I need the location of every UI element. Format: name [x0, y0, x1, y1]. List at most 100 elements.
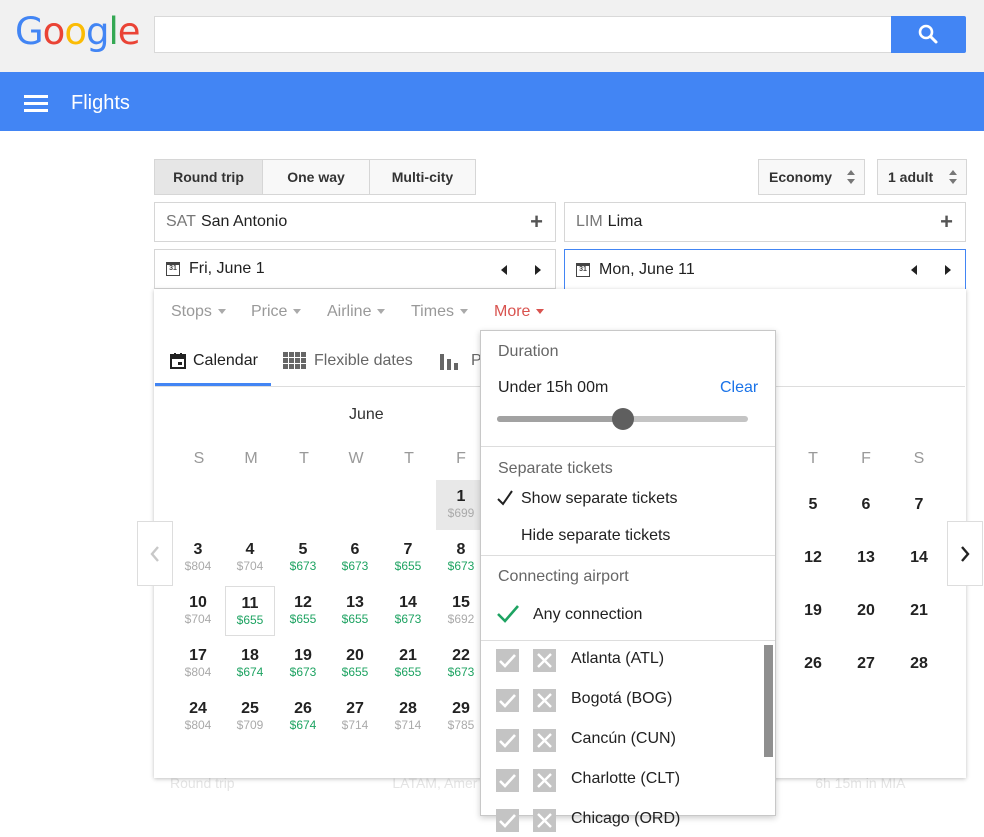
cabin-class-select[interactable]: Economy [758, 159, 865, 195]
calendar-day[interactable]: 24 $804 [173, 692, 223, 742]
calendar-icon [170, 353, 186, 369]
menu-icon[interactable] [24, 95, 48, 113]
calendar-day[interactable]: 29 $785 [436, 692, 486, 742]
prev-date-icon[interactable] [501, 265, 507, 275]
calendar-day[interactable]: 14 [894, 533, 944, 583]
prev-date-icon[interactable] [911, 265, 917, 275]
airport-checkbox[interactable] [496, 729, 519, 752]
more-filter[interactable]: More [494, 303, 545, 321]
dropdown-divider [481, 446, 775, 447]
airport-checkbox[interactable] [496, 689, 519, 712]
calendar-day[interactable]: 8 $673 [436, 533, 486, 583]
add-destination-icon[interactable]: + [940, 211, 953, 233]
clear-duration-link[interactable]: Clear [720, 379, 758, 397]
airline-filter[interactable]: Airline [327, 303, 386, 321]
prev-month-button[interactable] [137, 521, 173, 586]
calendar-day[interactable]: 27 [841, 639, 891, 689]
search-input[interactable] [154, 16, 892, 53]
calendar-day[interactable]: 22 $673 [436, 639, 486, 689]
airport-exclude-icon[interactable] [533, 769, 556, 792]
duration-slider-thumb[interactable] [611, 408, 634, 430]
app-title: Flights [71, 92, 130, 114]
tab-flexible-dates[interactable]: Flexible dates [283, 352, 413, 370]
origin-field[interactable]: SAT San Antonio + [154, 202, 556, 242]
round-trip-button[interactable]: Round trip [154, 159, 263, 195]
calendar-day[interactable]: 28 [894, 639, 944, 689]
calendar-day[interactable]: 26 [788, 639, 838, 689]
calendar-day[interactable]: 13 $655 [330, 586, 380, 636]
price-filter-label: Price [251, 303, 288, 320]
weekday-label: S [913, 450, 925, 467]
day-number: 12 [804, 549, 822, 566]
origin-city: San Antonio [200, 213, 288, 230]
airport-exclude-icon[interactable] [533, 729, 556, 752]
calendar-day[interactable]: 11 $655 [225, 586, 275, 636]
day-price: $673 [289, 559, 317, 573]
one-way-button[interactable]: One way [262, 159, 370, 195]
calendar-day[interactable]: 12 $655 [278, 586, 328, 636]
day-number: 29 [452, 700, 470, 717]
calendar-day[interactable]: 4 $704 [225, 533, 275, 583]
day-number: 22 [452, 647, 470, 664]
grid-icon [283, 352, 306, 369]
tab-price-graph[interactable]: P [440, 352, 482, 370]
tab-calendar[interactable]: Calendar [170, 352, 258, 370]
day-number: 20 [346, 647, 364, 664]
calendar-day[interactable]: 13 [841, 533, 891, 583]
calendar-day[interactable]: 27 $714 [330, 692, 380, 742]
day-number: 7 [403, 541, 413, 558]
calendar-day[interactable]: 5 $673 [278, 533, 328, 583]
depart-date-value: Fri, June 1 [189, 260, 265, 277]
calendar-day[interactable]: 10 $704 [173, 586, 223, 636]
calendar-day[interactable]: 6 [841, 480, 891, 530]
calendar-day[interactable]: 26 $674 [278, 692, 328, 742]
passengers-value: 1 adult [888, 169, 934, 185]
search-button[interactable] [891, 16, 966, 53]
day-number: 7 [914, 496, 924, 513]
airport-checkbox[interactable] [496, 769, 519, 792]
calendar-day[interactable]: 5 [788, 480, 838, 530]
calendar-day[interactable]: 28 $714 [383, 692, 433, 742]
calendar-day[interactable]: 21 [894, 586, 944, 636]
times-filter[interactable]: Times [411, 303, 468, 321]
calendar-day[interactable]: 1 $699 [436, 480, 486, 530]
airport-list-scrollbar[interactable] [764, 645, 773, 757]
calendar-day[interactable]: 7 [894, 480, 944, 530]
show-separate-tickets-option[interactable]: Show separate tickets [521, 490, 678, 508]
price-filter[interactable]: Price [251, 303, 302, 321]
airport-checkbox[interactable] [496, 809, 519, 832]
weekday-label: M [244, 450, 258, 467]
calendar-day[interactable]: 17 $804 [173, 639, 223, 689]
calendar-day[interactable]: 18 $674 [225, 639, 275, 689]
multi-city-button[interactable]: Multi-city [369, 159, 476, 195]
next-date-icon[interactable] [945, 265, 951, 275]
hide-separate-tickets-option[interactable]: Hide separate tickets [521, 527, 670, 545]
calendar-day[interactable]: 19 $673 [278, 639, 328, 689]
depart-date-field[interactable]: 31 Fri, June 1 [154, 249, 556, 289]
calendar-day[interactable]: 7 $655 [383, 533, 433, 583]
calendar-day[interactable]: 19 [788, 586, 838, 636]
day-number: 21 [910, 602, 928, 619]
add-origin-icon[interactable]: + [530, 211, 543, 233]
calendar-day[interactable]: 3 $804 [173, 533, 223, 583]
calendar-day[interactable]: 25 $709 [225, 692, 275, 742]
calendar-day[interactable]: 12 [788, 533, 838, 583]
calendar-day[interactable]: 14 $673 [383, 586, 433, 636]
calendar-day[interactable]: 15 $692 [436, 586, 486, 636]
airport-exclude-icon[interactable] [533, 809, 556, 832]
return-date-field[interactable]: 31 Mon, June 11 [564, 249, 966, 289]
calendar-day[interactable]: 21 $655 [383, 639, 433, 689]
calendar-day[interactable]: 6 $673 [330, 533, 380, 583]
any-connection-option[interactable]: Any connection [533, 606, 642, 624]
passengers-select[interactable]: 1 adult [877, 159, 967, 195]
next-date-icon[interactable] [535, 265, 541, 275]
airport-exclude-icon[interactable] [533, 689, 556, 712]
calendar-day[interactable]: 20 $655 [330, 639, 380, 689]
google-logo[interactable]: Google [15, 10, 140, 53]
stops-filter[interactable]: Stops [171, 303, 226, 321]
next-month-button[interactable] [947, 521, 983, 586]
airport-exclude-icon[interactable] [533, 649, 556, 672]
destination-field[interactable]: LIM Lima + [564, 202, 966, 242]
airport-checkbox[interactable] [496, 649, 519, 672]
calendar-day[interactable]: 20 [841, 586, 891, 636]
